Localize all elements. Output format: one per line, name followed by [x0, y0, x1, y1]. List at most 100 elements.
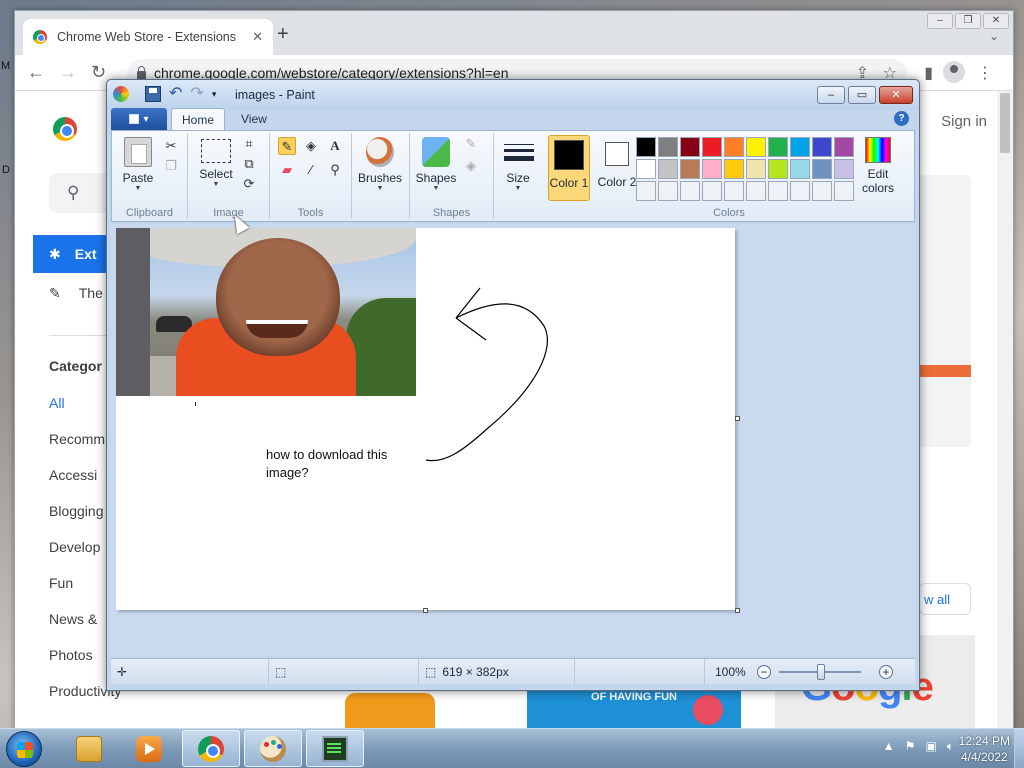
back-button[interactable]: ←	[27, 63, 45, 81]
palette-color-swatch[interactable]	[636, 181, 656, 201]
chrome-restore-button[interactable]: ❐	[955, 13, 981, 29]
palette-color-swatch[interactable]	[702, 159, 722, 179]
sidebar-item-themes[interactable]: ✎ The	[49, 285, 103, 302]
palette-color-swatch[interactable]	[746, 159, 766, 179]
palette-color-swatch[interactable]	[702, 181, 722, 201]
palette-color-swatch[interactable]	[724, 159, 744, 179]
taskbar-media-player[interactable]	[120, 730, 178, 767]
cut-icon[interactable]: ✂	[162, 137, 180, 155]
taskbar-clock[interactable]: 12:24 PM 4/4/2022	[959, 733, 1010, 765]
pencil-icon[interactable]: ✎	[278, 137, 296, 155]
tab-close-icon[interactable]: ✕	[252, 29, 263, 45]
magnifier-icon[interactable]: ⚲	[326, 161, 344, 179]
palette-color-swatch[interactable]	[636, 159, 656, 179]
profile-avatar-icon[interactable]	[943, 61, 965, 83]
view-all-button[interactable]: w all	[919, 583, 971, 615]
paste-button[interactable]: Paste ▼	[114, 137, 162, 193]
promo-banner-hat[interactable]	[335, 687, 455, 729]
category-accessibility[interactable]: Accessi	[49, 467, 97, 483]
color-picker-icon[interactable]: ⁄	[302, 161, 320, 179]
undo-icon[interactable]: ↶	[169, 86, 182, 102]
save-icon[interactable]	[145, 86, 161, 102]
paint-workspace[interactable]: how to download this image?	[111, 224, 915, 656]
palette-color-swatch[interactable]	[636, 137, 656, 157]
webstore-search-box[interactable]: ⚲	[49, 173, 111, 213]
paint-canvas[interactable]: how to download this image?	[116, 228, 740, 613]
palette-color-swatch[interactable]	[680, 181, 700, 201]
size-button[interactable]: Size ▼	[494, 137, 542, 193]
edit-colors-button[interactable]: Edit colors	[854, 137, 902, 195]
reload-button[interactable]: ↻	[91, 63, 106, 81]
palette-color-swatch[interactable]	[834, 137, 854, 157]
taskbar-terminal[interactable]	[306, 730, 364, 767]
category-news[interactable]: News &	[49, 611, 97, 627]
tray-expand-icon[interactable]: ▲	[883, 739, 895, 754]
scrollbar-thumb[interactable]	[1000, 93, 1010, 153]
network-icon[interactable]: ▣	[925, 739, 936, 754]
category-recommended[interactable]: Recomm	[49, 431, 105, 447]
paint-minimize-button[interactable]: –	[817, 86, 845, 104]
show-desktop-button[interactable]	[1014, 729, 1024, 768]
chrome-minimize-button[interactable]: –	[927, 13, 953, 29]
palette-color-swatch[interactable]	[790, 181, 810, 201]
redo-icon[interactable]: ↷	[190, 86, 203, 102]
palette-color-swatch[interactable]	[768, 159, 788, 179]
chrome-close-button[interactable]: ✕	[983, 13, 1009, 29]
palette-color-swatch[interactable]	[834, 181, 854, 201]
taskbar-paint[interactable]	[244, 730, 302, 767]
palette-color-swatch[interactable]	[812, 137, 832, 157]
palette-color-swatch[interactable]	[724, 137, 744, 157]
resize-icon[interactable]: ⧉	[240, 155, 258, 173]
eraser-icon[interactable]: ▰	[278, 161, 296, 179]
paint-maximize-button[interactable]: ▭	[848, 86, 876, 104]
fill-bucket-icon[interactable]: ◈	[302, 137, 320, 155]
help-icon[interactable]: ?	[894, 111, 909, 126]
new-tab-button[interactable]: +	[277, 23, 289, 46]
palette-color-swatch[interactable]	[702, 137, 722, 157]
category-developer[interactable]: Develop	[49, 539, 100, 555]
webstore-logo-icon[interactable]	[53, 117, 77, 141]
shapes-button[interactable]: Shapes ▼	[412, 137, 460, 193]
rotate-icon[interactable]: ⟳	[240, 175, 258, 193]
palette-color-swatch[interactable]	[680, 137, 700, 157]
customize-qat-icon[interactable]: ▾	[212, 89, 217, 100]
lock-icon[interactable]	[137, 66, 146, 79]
palette-color-swatch[interactable]	[658, 181, 678, 201]
resize-handle-corner[interactable]	[735, 608, 740, 613]
taskbar-file-explorer[interactable]	[60, 730, 118, 767]
palette-color-swatch[interactable]	[768, 137, 788, 157]
category-all[interactable]: All	[49, 395, 65, 411]
brushes-button[interactable]: Brushes ▼	[356, 137, 404, 193]
chrome-tab-webstore[interactable]: Chrome Web Store - Extensions ✕	[23, 19, 273, 55]
resize-handle-right[interactable]	[735, 416, 740, 421]
palette-color-swatch[interactable]	[834, 159, 854, 179]
category-photos[interactable]: Photos	[49, 647, 93, 663]
palette-color-swatch[interactable]	[746, 137, 766, 157]
palette-color-swatch[interactable]	[812, 159, 832, 179]
paint-title-bar[interactable]: ↶ ↷ ▾ images - Paint – ▭ ✕	[107, 80, 919, 110]
palette-color-swatch[interactable]	[680, 159, 700, 179]
action-center-icon[interactable]: ⚑	[905, 739, 916, 754]
palette-color-swatch[interactable]	[790, 159, 810, 179]
tab-search-icon[interactable]: ⌄	[989, 29, 999, 43]
paint-close-button[interactable]: ✕	[879, 86, 913, 104]
text-tool-icon[interactable]: A	[326, 137, 344, 155]
color1-button[interactable]: Color 1	[548, 135, 590, 201]
zoom-in-button[interactable]: +	[879, 665, 893, 679]
palette-color-swatch[interactable]	[812, 181, 832, 201]
promo-banner-fun[interactable]: OF HAVING FUN	[527, 687, 741, 729]
paint-app-icon[interactable]	[113, 86, 129, 102]
color2-button[interactable]: Color 2	[596, 135, 638, 201]
zoom-slider-thumb[interactable]	[817, 664, 825, 680]
tab-home[interactable]: Home	[171, 108, 226, 130]
featured-card[interactable]	[919, 175, 971, 447]
resize-handle-bottom[interactable]	[423, 608, 428, 613]
taskbar-chrome[interactable]	[182, 730, 240, 767]
tab-view[interactable]: View	[231, 108, 277, 130]
side-panel-icon[interactable]: ▮	[924, 63, 933, 83]
palette-color-swatch[interactable]	[658, 159, 678, 179]
category-blogging[interactable]: Blogging	[49, 503, 104, 519]
palette-color-swatch[interactable]	[790, 137, 810, 157]
select-button[interactable]: Select ▼	[192, 137, 240, 189]
volume-icon[interactable]: 🔈︎	[947, 739, 954, 754]
